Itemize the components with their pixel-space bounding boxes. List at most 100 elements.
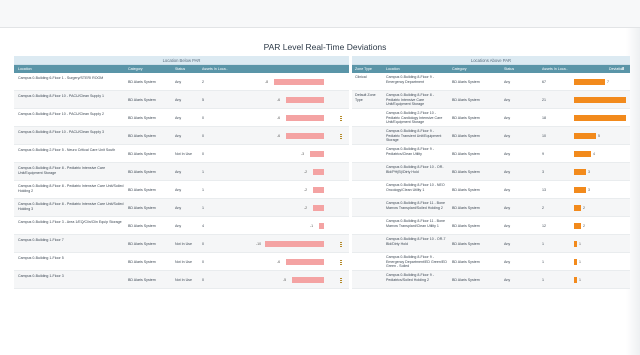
row-status: Any xyxy=(504,80,511,84)
col-status[interactable]: Status xyxy=(504,65,514,73)
deviation-value: -6 xyxy=(277,260,281,264)
row-status: Any xyxy=(175,80,182,84)
deviation-bar xyxy=(286,133,324,139)
deviation-value: -6 xyxy=(277,134,281,138)
col-location[interactable]: Location xyxy=(386,65,400,73)
table-row[interactable]: Campus 0-Building 8-Floor 9 - Pediatrics… xyxy=(352,145,630,163)
table-row[interactable]: Campus 0-Building 2-Floor 10 - Pediatric… xyxy=(352,109,630,127)
row-assets: 1 xyxy=(202,170,204,174)
row-location: Campus 0-Building 8-Floor 8 - Pediatric … xyxy=(18,202,124,211)
deviation-value: -10 xyxy=(256,242,262,246)
row-category: BD Alaris System xyxy=(128,152,156,156)
deviation-value: -8 xyxy=(265,80,269,84)
table-row[interactable]: Campus 0-Building 1-Floor 3 BD Alaris Sys… xyxy=(14,271,349,289)
deviation-value: 2 xyxy=(583,206,585,210)
table-row[interactable]: Campus 0-Building 8-Floor 10 - PACU/Clea… xyxy=(14,127,349,145)
row-category: BD Alaris System xyxy=(452,278,480,282)
row-category: BD Alaris System xyxy=(128,242,156,246)
deviation-bar xyxy=(286,259,324,265)
col-category[interactable]: Category xyxy=(452,65,467,73)
row-assets: 1 xyxy=(542,242,544,246)
row-location: Campus 0-Building 8-Floor 11 - Bone Marr… xyxy=(386,201,446,210)
table-row[interactable]: Campus 0-Building 8-Floor 10 - PACU/Clea… xyxy=(14,91,349,109)
table-row[interactable]: Campus 0-Building 8-Floor 10 - OR-Bld/PH… xyxy=(352,163,630,181)
deviation-value: -6 xyxy=(277,116,281,120)
table-row[interactable]: Campus 0-Building 6-Floor 1 - Surgery/ST… xyxy=(14,73,349,91)
row-location: Campus 0-Building 6-Floor 1 - Surgery/ST… xyxy=(18,76,104,80)
table-row[interactable]: Campus 0-Building 2-Floor 5 - Neuro Crit… xyxy=(14,145,349,163)
row-status: Any xyxy=(504,188,511,192)
table-row[interactable]: Campus 0-Building 8-Floor 8 - Pediatric … xyxy=(14,163,349,181)
sort-icon[interactable]: ⇵ xyxy=(621,65,624,73)
row-location: Campus 0-Building 8-Floor 8 - Pediatric … xyxy=(386,93,434,107)
table-row[interactable]: Default Zone Type Campus 0-Building 8-Flo… xyxy=(352,91,630,109)
row-category: BD Alaris System xyxy=(128,80,156,84)
above-par-panel: Locations Above PAR Zone Type Location C… xyxy=(352,56,630,289)
table-row[interactable]: Campus 0-Building 8-Floor 10 - OR-7 Bld/… xyxy=(352,235,630,253)
deviation-value: -1 xyxy=(310,224,314,228)
col-assets[interactable]: Assets In Loca.. xyxy=(202,65,228,73)
row-status: Any xyxy=(504,116,511,120)
deviation-value: 4 xyxy=(593,152,595,156)
table-row[interactable]: Campus 0-Building 1-Floor 5 BD Alaris Sys… xyxy=(14,253,349,271)
row-location: Campus 0-Building 1-Floor 3 xyxy=(18,274,64,278)
row-category: BD Alaris System xyxy=(452,206,480,210)
deviation-bar xyxy=(313,169,324,175)
row-location: Campus 0-Building 8-Floor 9 - Pediatric … xyxy=(386,129,442,143)
table-row[interactable]: Campus 0-Building 8-Floor 10 - NEO Oncol… xyxy=(352,181,630,199)
table-row[interactable]: Clinical Campus 0-Building 8-Floor 9 - Em… xyxy=(352,73,630,91)
row-category: BD Alaris System xyxy=(452,98,480,102)
col-zone-type[interactable]: Zone Type xyxy=(355,65,372,73)
row-zone-type: Default Zone Type xyxy=(355,93,376,102)
row-status: Any xyxy=(175,188,182,192)
row-location: Campus 0-Building 2-Floor 5 - Neuro Crit… xyxy=(18,148,116,152)
row-location: Campus 0-Building 8-Floor 10 - PACU/Clea… xyxy=(18,112,105,116)
table-row[interactable]: Campus 0-Building 8-Floor 9 - Pediatric … xyxy=(352,127,630,145)
page-title: PAR Level Real-Time Deviations xyxy=(263,42,387,52)
row-category: BD Alaris System xyxy=(128,260,156,264)
row-assets: 0 xyxy=(202,152,204,156)
table-row[interactable]: Campus 0-Building 8-Floor 10 - PACU/Clea… xyxy=(14,109,349,127)
table-row[interactable]: Campus 0-Building 8-Floor 9 - Pediatrics… xyxy=(352,271,630,289)
table-row[interactable]: Campus 0-Building 8-Floor 8 - Pediatric … xyxy=(14,199,349,217)
row-category: BD Alaris System xyxy=(128,170,156,174)
table-row[interactable]: Campus 0-Building 8-Floor 9 - Emergency … xyxy=(352,253,630,271)
row-location: Campus 0-Building 8-Floor 8 - Pediatric … xyxy=(18,184,124,193)
deviation-value: -2 xyxy=(304,188,308,192)
row-assets: 1 xyxy=(202,206,204,210)
table-row[interactable]: Campus 0-Building 1-Floor 3 - Area 1/EQ/… xyxy=(14,217,349,235)
row-assets: 0 xyxy=(202,116,204,120)
row-assets: 18 xyxy=(542,116,546,120)
alert-marker-icon xyxy=(340,116,342,121)
row-status: Any xyxy=(504,278,511,282)
deviation-bar xyxy=(286,115,324,121)
row-location: Campus 0-Building 1-Floor 7 xyxy=(18,238,64,242)
table-row[interactable]: Campus 0-Building 8-Floor 11 - Bone Marr… xyxy=(352,217,630,235)
row-status: Any xyxy=(175,170,182,174)
row-assets: 0 xyxy=(202,134,204,138)
row-status: Any xyxy=(175,134,182,138)
below-par-panel: Location Below PAR Location Category Sta… xyxy=(14,56,349,289)
deviation-bar xyxy=(574,133,596,139)
deviation-bar xyxy=(574,79,605,85)
table-row[interactable]: Campus 0-Building 1-Floor 7 BD Alaris Sys… xyxy=(14,235,349,253)
row-status: Any xyxy=(175,116,182,120)
row-status: Any xyxy=(504,224,511,228)
row-status: Any xyxy=(504,152,511,156)
deviation-value: -5 xyxy=(283,278,287,282)
row-location: Campus 0-Building 8-Floor 10 - PACU/Clea… xyxy=(18,130,105,134)
col-location[interactable]: Location xyxy=(18,65,32,73)
col-assets[interactable]: Assets In Loca.. xyxy=(542,65,568,73)
row-assets: 1 xyxy=(542,278,544,282)
col-status[interactable]: Status xyxy=(175,65,185,73)
table-row[interactable]: Campus 0-Building 8-Floor 11 - Bone Marr… xyxy=(352,199,630,217)
col-category[interactable]: Category xyxy=(128,65,143,73)
top-toolbar xyxy=(0,0,640,28)
row-location: Campus 0-Building 8-Floor 11 - Bone Marr… xyxy=(386,219,446,228)
deviation-bar xyxy=(574,205,581,211)
row-status: Any xyxy=(504,134,511,138)
row-assets: 10 xyxy=(542,134,546,138)
table-row[interactable]: Campus 0-Building 8-Floor 8 - Pediatric … xyxy=(14,181,349,199)
deviation-bar xyxy=(319,223,324,229)
row-location: Campus 0-Building 2-Floor 10 - Pediatric… xyxy=(386,111,443,125)
